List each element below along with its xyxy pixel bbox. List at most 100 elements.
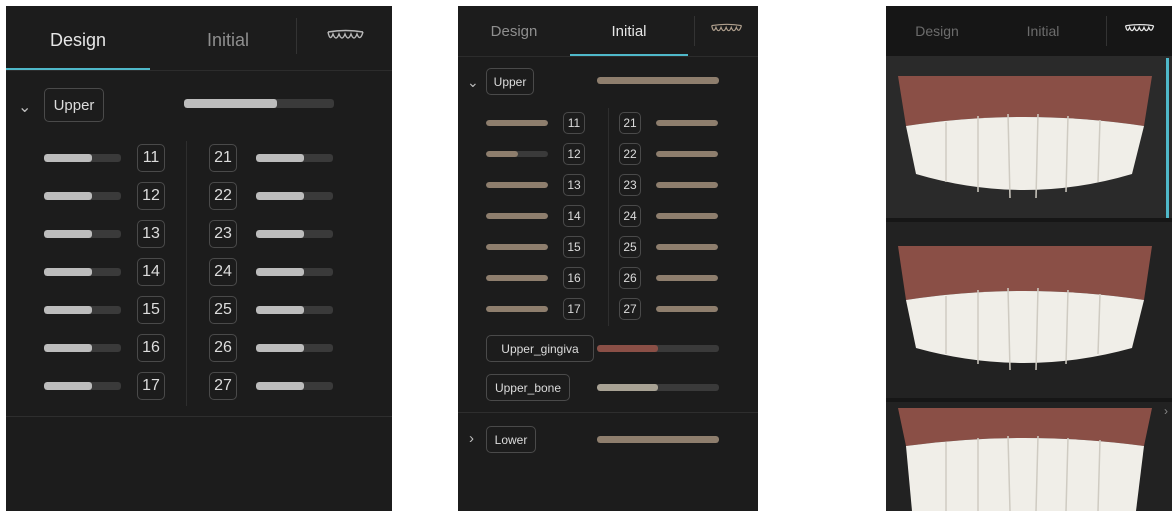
arch-lower-chip[interactable]: Lower [486,426,536,453]
tooth-12-slider[interactable] [44,192,121,200]
tooth-16-chip[interactable]: 16 [563,267,585,289]
chevron-right-icon[interactable]: › [1164,404,1168,418]
tooth-22-slider[interactable] [256,192,333,200]
column-divider [608,108,609,326]
tooth-21-slider[interactable] [656,120,718,126]
tooth-27-slider[interactable] [256,382,333,390]
slider-fill [486,182,548,188]
slider-fill [656,182,718,188]
tooth-16-chip[interactable]: 16 [137,334,165,362]
panel-design: Design Initial ⌄ Upper 11 12 13 14 15 16 17 21 2… [6,6,392,511]
tooth-15-chip[interactable]: 15 [137,296,165,324]
tooth-23-slider[interactable] [256,230,333,238]
slider-fill [597,77,719,84]
tab-initial[interactable]: Initial [988,23,1098,39]
tooth-14-chip[interactable]: 14 [563,205,585,227]
active-tab-underline [6,68,150,70]
tooth-16-slider[interactable] [44,344,121,352]
tooth-14-slider[interactable] [44,268,121,276]
tooth-23-slider[interactable] [656,182,718,188]
arch-upper-slider[interactable] [597,77,719,84]
tab-teeth[interactable] [1110,22,1170,41]
tooth-16-slider[interactable] [486,275,548,281]
tooth-27-slider[interactable] [656,306,718,312]
tooth-11-chip[interactable]: 11 [137,144,165,172]
tooth-17-chip[interactable]: 17 [137,372,165,400]
tooth-13-slider[interactable] [486,182,548,188]
tooth-21-chip[interactable]: 21 [619,112,641,134]
arch-upper-chip[interactable]: Upper [486,68,534,95]
tooth-22-slider[interactable] [656,151,718,157]
slider-fill [256,344,304,352]
smile-preview-1[interactable] [886,56,1172,218]
tooth-17-chip[interactable]: 17 [563,298,585,320]
tooth-23-chip[interactable]: 23 [619,174,641,196]
tooth-25-slider[interactable] [656,244,718,250]
tooth-11-slider[interactable] [44,154,121,162]
tooth-12-chip[interactable]: 12 [137,182,165,210]
slider-fill [256,306,304,314]
teeth-icon [327,29,364,39]
tooth-25-chip[interactable]: 25 [619,236,641,258]
upper-bone-chip[interactable]: Upper_bone [486,374,570,401]
tooth-26-chip[interactable]: 26 [619,267,641,289]
slider-fill [486,244,548,250]
upper-bone-slider[interactable] [597,384,719,391]
tab-initial[interactable]: Initial [570,23,688,40]
tooth-14-slider[interactable] [486,213,548,219]
tooth-11-chip[interactable]: 11 [563,112,585,134]
smile-preview-3[interactable] [886,402,1172,511]
tooth-24-chip[interactable]: 24 [209,258,237,286]
collapse-chevron-icon[interactable]: ⌄ [467,74,479,91]
slider-fill [256,268,304,276]
slider-fill [44,230,92,238]
tooth-23-chip[interactable]: 23 [209,220,237,248]
slider-fill [486,306,548,312]
tooth-12-chip[interactable]: 12 [563,143,585,165]
tooth-26-slider[interactable] [256,344,333,352]
tab-design[interactable]: Design [6,30,150,51]
tooth-21-slider[interactable] [256,154,333,162]
slider-fill [256,230,304,238]
arch-upper-slider[interactable] [184,99,334,108]
tooth-24-slider[interactable] [656,213,718,219]
tooth-15-slider[interactable] [486,244,548,250]
scroll-indicator[interactable] [1166,58,1169,218]
tab-teeth[interactable] [698,22,756,41]
column-divider [186,141,187,406]
smile-preview-2[interactable] [886,222,1172,398]
tooth-24-slider[interactable] [256,268,333,276]
arch-upper-chip[interactable]: Upper [44,88,104,122]
tooth-13-chip[interactable]: 13 [563,174,585,196]
tooth-15-slider[interactable] [44,306,121,314]
tooth-13-chip[interactable]: 13 [137,220,165,248]
tooth-14-chip[interactable]: 14 [137,258,165,286]
tooth-21-chip[interactable]: 21 [209,144,237,172]
tooth-11-slider[interactable] [486,120,548,126]
upper-gingiva-chip[interactable]: Upper_gingiva [486,335,594,362]
tab-teeth[interactable] [306,28,386,49]
tab-initial[interactable]: Initial [156,30,300,51]
tooth-15-chip[interactable]: 15 [563,236,585,258]
tooth-26-chip[interactable]: 26 [209,334,237,362]
collapse-chevron-icon[interactable]: ⌄ [18,97,31,117]
tooth-12-slider[interactable] [486,151,548,157]
tooth-27-chip[interactable]: 27 [619,298,641,320]
slider-fill [597,384,658,391]
tooth-13-slider[interactable] [44,230,121,238]
tooth-25-chip[interactable]: 25 [209,296,237,324]
tab-design[interactable]: Design [886,23,988,39]
slider-fill [656,306,718,312]
tooth-24-chip[interactable]: 24 [619,205,641,227]
arch-lower-slider[interactable] [597,436,719,443]
tooth-17-slider[interactable] [486,306,548,312]
tooth-17-slider[interactable] [44,382,121,390]
tooth-25-slider[interactable] [256,306,333,314]
expand-chevron-icon[interactable]: › [469,430,474,447]
tooth-22-chip[interactable]: 22 [209,182,237,210]
tooth-26-slider[interactable] [656,275,718,281]
tab-design[interactable]: Design [458,23,570,40]
tooth-27-chip[interactable]: 27 [209,372,237,400]
tooth-22-chip[interactable]: 22 [619,143,641,165]
upper-gingiva-slider[interactable] [597,345,719,352]
